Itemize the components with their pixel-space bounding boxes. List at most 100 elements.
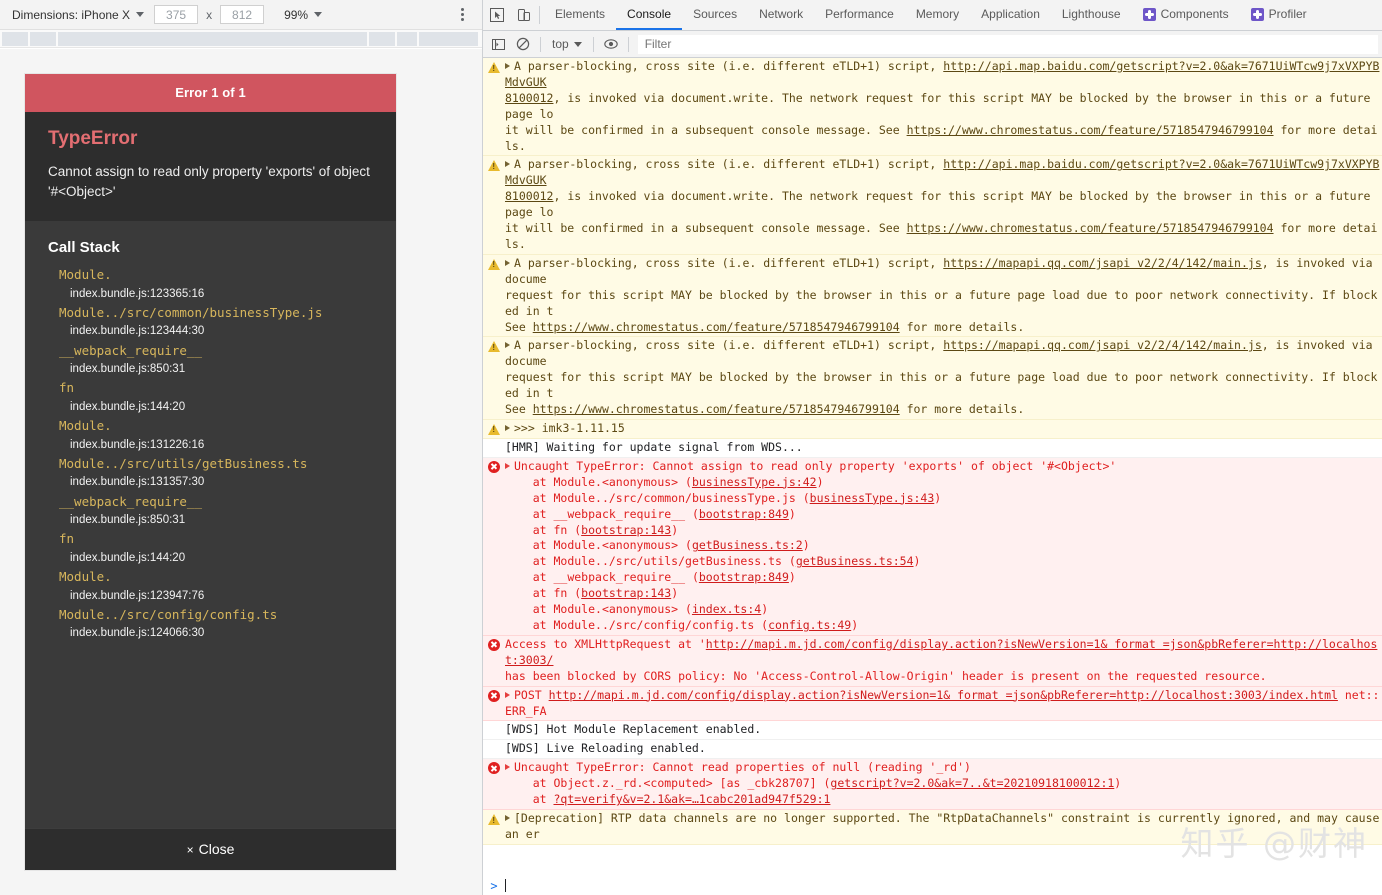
console-message-line: at Module.<anonymous> (getBusiness.ts:2) — [505, 538, 1380, 554]
source-link[interactable]: https://www.chromestatus.com/feature/571… — [533, 402, 900, 416]
kebab-menu-icon[interactable] — [452, 4, 472, 26]
message-text: for more details. — [899, 402, 1025, 417]
call-stack-frame[interactable]: Module../src/utils/getBusiness.ts index.b… — [48, 454, 373, 492]
source-link[interactable]: bootstrap:849 — [699, 570, 789, 584]
message-gutter — [483, 459, 505, 473]
inspect-element-icon[interactable] — [483, 0, 510, 30]
expand-arrow-icon[interactable] — [505, 764, 510, 771]
source-link[interactable]: index.ts:4 — [692, 602, 761, 616]
message-text: [WDS] Live Reloading enabled. — [505, 741, 706, 756]
device-zoom-select[interactable]: 99% — [280, 6, 326, 24]
call-stack-section: Call Stack Module. index.bundle.js:123365… — [25, 221, 396, 828]
call-stack-frame[interactable]: fn index.bundle.js:144:20 — [48, 529, 373, 567]
tab-console[interactable]: Console — [616, 0, 683, 30]
source-link[interactable]: bootstrap:143 — [581, 523, 671, 537]
console-message-info[interactable]: [WDS] Live Reloading enabled. — [483, 740, 1382, 760]
source-link[interactable]: https://www.chromestatus.com/feature/571… — [533, 320, 900, 334]
source-link[interactable]: bootstrap:849 — [699, 507, 789, 521]
call-stack-frame[interactable]: Module../src/config/config.ts index.bundl… — [48, 605, 373, 643]
expand-arrow-icon[interactable] — [505, 342, 510, 349]
console-toolbar: top — [483, 31, 1382, 58]
console-message-line: request for this script MAY be blocked b… — [505, 288, 1380, 320]
message-text: See — [505, 319, 533, 334]
tab-label: Profiler — [1268, 7, 1307, 21]
console-message-err[interactable]: Uncaught TypeError: Cannot read properti… — [483, 759, 1382, 811]
console-message-warn[interactable]: A parser-blocking, cross site (i.e. diff… — [483, 156, 1382, 255]
call-stack-frame[interactable]: Module../src/common/businessType.js index… — [48, 303, 373, 341]
console-message-warn[interactable]: A parser-blocking, cross site (i.e. diff… — [483, 58, 1382, 157]
source-link[interactable]: https://www.chromestatus.com/feature/571… — [907, 123, 1274, 137]
expand-arrow-icon[interactable] — [505, 424, 510, 431]
call-stack-frame-function: Module../src/config/config.ts — [59, 607, 278, 623]
console-message-line: [Deprecation] RTP data channels are no l… — [505, 811, 1380, 843]
call-stack-frame[interactable]: __webpack_require__ index.bundle.js:850:3… — [48, 492, 373, 530]
console-message-err[interactable]: Uncaught TypeError: Cannot assign to rea… — [483, 457, 1382, 636]
device-ruler-strip — [0, 30, 482, 48]
expand-arrow-icon[interactable] — [505, 462, 510, 469]
warning-icon — [488, 341, 500, 353]
expand-arrow-icon[interactable] — [505, 161, 510, 168]
device-width-input[interactable] — [154, 5, 199, 24]
source-link[interactable]: bootstrap:143 — [581, 586, 671, 600]
tab-profiler[interactable]: Profiler — [1240, 0, 1318, 30]
call-stack-frame-location: index.bundle.js:123444:30 — [70, 325, 205, 338]
call-stack-frame-function: Module. — [59, 267, 112, 283]
console-message-info[interactable]: [WDS] Hot Module Replacement enabled. — [483, 721, 1382, 741]
source-link[interactable]: 8100012 — [505, 189, 553, 203]
console-input-prompt[interactable]: > — [483, 876, 1382, 895]
call-stack-frame[interactable]: Module. index.bundle.js:131226:16 — [48, 416, 373, 454]
tab-lighthouse[interactable]: Lighthouse — [1051, 0, 1132, 30]
source-link[interactable]: ?qt=verify&v=2.1&ak=…1cabc201ad947f529:1 — [553, 792, 830, 806]
console-message-err[interactable]: Access to XMLHttpRequest at 'http://mapi… — [483, 635, 1382, 687]
source-link[interactable]: https://mapapi.qq.com/jsapi v2/2/4/142/m… — [943, 256, 1262, 270]
warning-icon — [488, 814, 500, 826]
source-link[interactable]: getscript?v=2.0&ak=7..&t=20210918100012:… — [830, 776, 1114, 790]
toggle-device-toolbar-icon[interactable] — [510, 0, 537, 30]
expand-arrow-icon[interactable] — [505, 815, 510, 822]
tab-application[interactable]: Application — [970, 0, 1051, 30]
message-gutter — [483, 688, 505, 702]
tab-memory[interactable]: Memory — [905, 0, 970, 30]
console-message-info[interactable]: [HMR] Waiting for update signal from WDS… — [483, 438, 1382, 458]
tab-components[interactable]: Components — [1132, 0, 1240, 30]
source-link[interactable]: businessType.js:42 — [692, 475, 817, 489]
console-message-content: [Deprecation] RTP data channels are no l… — [505, 811, 1382, 843]
tab-network[interactable]: Network — [748, 0, 814, 30]
expand-arrow-icon[interactable] — [505, 259, 510, 266]
console-message-warn[interactable]: >>> imk3-1.11.15 — [483, 419, 1382, 439]
expand-arrow-icon[interactable] — [505, 691, 510, 698]
console-message-warn[interactable]: [Deprecation] RTP data channels are no l… — [483, 810, 1382, 845]
tab-sources[interactable]: Sources — [682, 0, 748, 30]
source-link[interactable]: 8100012 — [505, 91, 553, 105]
toolbar-divider — [592, 36, 594, 52]
message-text: ) — [788, 506, 796, 521]
source-link[interactable]: https://www.chromestatus.com/feature/571… — [907, 221, 1274, 235]
call-stack-frame[interactable]: Module. index.bundle.js:123365:16 — [48, 265, 373, 303]
source-link[interactable]: https://mapapi.qq.com/jsapi v2/2/4/142/m… — [943, 338, 1262, 352]
call-stack-frame[interactable]: fn index.bundle.js:144:20 — [48, 378, 373, 416]
console-message-warn[interactable]: A parser-blocking, cross site (i.e. diff… — [483, 337, 1382, 420]
clear-console-icon[interactable] — [512, 34, 534, 55]
call-stack-frame-function: __webpack_require__ — [59, 342, 202, 358]
device-dimensions-select[interactable]: Dimensions: iPhone X — [8, 6, 148, 24]
source-link[interactable]: http://mapi.m.jd.com/config/display.acti… — [549, 688, 1338, 702]
close-overlay-button[interactable]: × Close — [25, 828, 396, 870]
call-stack-frame[interactable]: __webpack_require__ index.bundle.js:850:3… — [48, 341, 373, 379]
tab-performance[interactable]: Performance — [814, 0, 905, 30]
device-height-input[interactable] — [220, 5, 265, 24]
console-filter-input[interactable] — [637, 34, 1378, 54]
live-expression-icon[interactable] — [600, 34, 622, 55]
tab-elements[interactable]: Elements — [544, 0, 616, 30]
execution-context-select[interactable]: top — [547, 35, 587, 53]
source-link[interactable]: config.ts:49 — [768, 618, 851, 632]
call-stack-frame[interactable]: Module. index.bundle.js:123947:76 — [48, 567, 373, 605]
console-sidebar-icon[interactable] — [487, 34, 509, 55]
source-link[interactable]: businessType.js:43 — [810, 491, 935, 505]
console-message-list[interactable]: A parser-blocking, cross site (i.e. diff… — [483, 58, 1382, 876]
expand-arrow-icon[interactable] — [505, 63, 510, 69]
console-message-warn[interactable]: A parser-blocking, cross site (i.e. diff… — [483, 254, 1382, 338]
source-link[interactable]: getBusiness.ts:2 — [692, 538, 803, 552]
source-link[interactable]: getBusiness.ts:54 — [796, 554, 914, 568]
close-icon: × — [186, 843, 194, 857]
console-message-err[interactable]: POST http://mapi.m.jd.com/config/display… — [483, 686, 1382, 722]
